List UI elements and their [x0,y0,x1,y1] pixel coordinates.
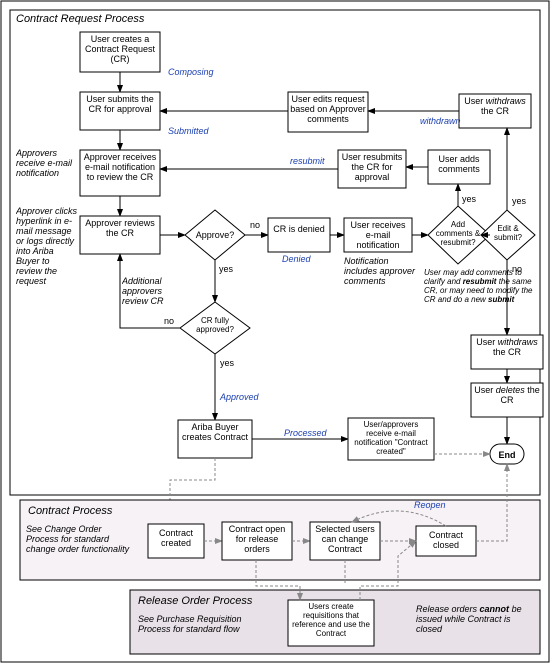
node-withdraw1: User withdraws the CR [464,96,526,116]
node-ccreated: Contract created [150,528,202,548]
dec-full: CR fully approved? [192,316,238,334]
node-copen: Contract open for release orders [224,524,290,554]
note-cp: See Change Order Process for standard ch… [26,524,136,554]
node-review: Approver reviews the CR [82,218,158,238]
lbl-yes1: yes [219,264,234,274]
note-rop: See Purchase Requisition Process for sta… [138,614,268,634]
node-resub: User resubmits the CR for approval [340,152,404,182]
node-usernote: User receives e-mail notification [346,220,410,250]
node-create: User creates a Contract Request (CR) [82,34,158,64]
lbl-denied: Denied [282,254,312,264]
node-end: End [490,444,524,464]
lbl-withdrawn: withdrawn [420,116,461,126]
cp-title: Contract Process [28,505,113,517]
note-notif: Notification includes approver comments [344,256,424,286]
lbl-submitted: Submitted [168,126,210,136]
node-edit: User edits request based on Approver com… [290,94,366,124]
node-withdraw2: User withdraws the CR [476,337,538,357]
lbl-yes4: yes [220,358,235,368]
node-addc: User adds comments [430,154,488,174]
node-denied: CR is denied [270,224,328,234]
note-addrev: Additional approvers review CR [122,276,176,306]
node-cchange: Selected users can change Contract [312,524,378,554]
note-ro: Release orders cannot be issued while Co… [416,604,526,634]
lbl-yes3: yes [512,196,527,206]
lbl-yes2: yes [462,194,477,204]
node-notify: Approver receives e-mail notification to… [82,152,158,182]
lbl-reopen: Reopen [414,500,446,510]
lbl-approved: Approved [219,392,260,402]
node-ariba: Ariba Buyer creates Contract [180,422,250,442]
flowchart: Contract Request Process User creates a … [0,0,550,663]
lbl-processed: Processed [284,428,328,438]
dec-editsub: Edit & submit? [490,224,526,242]
dec-approve: Approve? [196,230,235,240]
dec-addcomm: Add comments & resubmit? [434,220,482,247]
node-cclosed: Contract closed [418,530,474,550]
node-delete: User deletes the CR [474,385,540,405]
lbl-resubmit: resubmit [290,156,325,166]
crp-title: Contract Request Process [16,13,145,25]
lbl-no1: no [250,220,260,230]
node-cnotify: User/approvers receive e-mail notificati… [350,420,432,456]
node-rop: Users create requisitions that reference… [290,602,372,638]
lbl-composing: Composing [168,67,214,77]
note-left2: Approver clicks hyperlink in e-mail mess… [16,206,78,286]
note-left1: Approvers receive e-mail notification [16,148,76,178]
svg-text:End: End [499,450,516,460]
lbl-no4: no [164,316,174,326]
note-resubmit: User may add comments to clarify and res… [424,268,534,304]
rop-title: Release Order Process [138,595,253,607]
node-submit: User submits the CR for approval [82,94,158,114]
